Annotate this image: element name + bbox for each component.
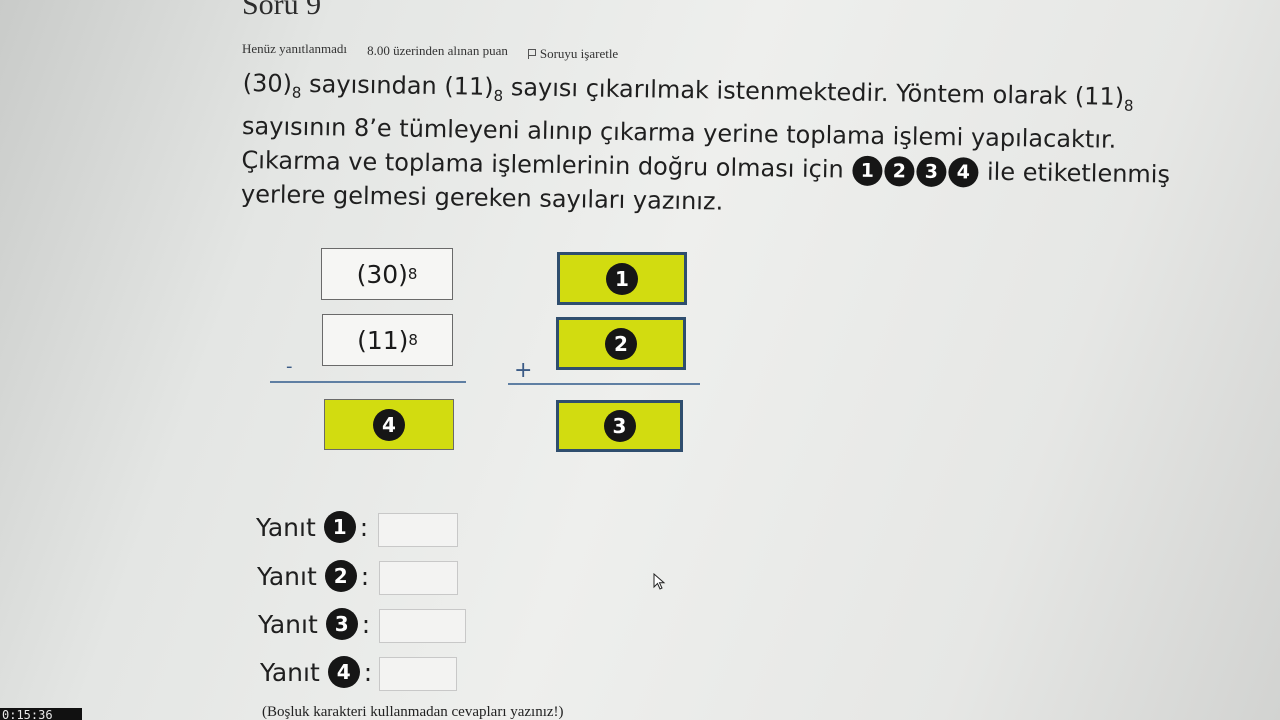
answer-row-3: Yanıt 3 : bbox=[258, 608, 370, 640]
answer-label: Yanıt bbox=[258, 609, 318, 639]
number-11-base8: (11)8 bbox=[444, 72, 504, 105]
answer-row-4: Yanıt 4 : bbox=[260, 656, 372, 688]
marker-1-icon: 1 bbox=[323, 511, 356, 543]
addend-box-2: 2 bbox=[556, 317, 686, 370]
number-11-base8: (11)8 bbox=[1074, 82, 1134, 115]
marker-4-icon: 4 bbox=[948, 156, 979, 188]
marker-3-icon: 3 bbox=[325, 608, 358, 640]
answer-colon: : bbox=[363, 657, 373, 687]
answer-colon: : bbox=[359, 512, 369, 542]
marker-1-icon: 1 bbox=[852, 155, 883, 186]
answer-3-input[interactable] bbox=[379, 609, 466, 643]
marker-2-icon: 2 bbox=[605, 327, 637, 360]
addend-box-1: 1 bbox=[557, 252, 687, 305]
answer-colon: : bbox=[360, 561, 370, 591]
flag-icon bbox=[527, 49, 536, 59]
left-sum-line bbox=[270, 381, 466, 383]
question-text: (30)8 sayısından (11)8 sayısı çıkarılmak… bbox=[241, 66, 1203, 226]
plus-sign: + bbox=[514, 358, 533, 383]
question-text-segment: sayısından bbox=[301, 69, 445, 101]
answer-label: Yanıt bbox=[256, 512, 316, 542]
sum-box-3: 3 bbox=[556, 400, 683, 452]
flag-question-link[interactable]: Soruyu işaretle bbox=[527, 46, 619, 62]
result-box-4: 4 bbox=[324, 399, 454, 450]
question-points: 8.00 üzerinden alınan puan bbox=[367, 43, 508, 58]
marker-4-icon: 4 bbox=[373, 408, 405, 441]
flag-question-label: Soruyu işaretle bbox=[539, 46, 619, 61]
marker-3-icon: 3 bbox=[916, 156, 947, 187]
question-title: Soru 9 bbox=[242, 0, 322, 21]
answer-instruction-note: (Boşluk karakteri kullanmadan cevapları … bbox=[262, 704, 564, 720]
answer-colon: : bbox=[361, 609, 371, 639]
minuend-box: (30) 8 bbox=[321, 248, 453, 300]
question-status: Henüz yanıtlanmadı bbox=[242, 41, 348, 56]
answer-1-input[interactable] bbox=[378, 513, 458, 547]
answer-2-input[interactable] bbox=[379, 561, 458, 595]
marker-2-icon: 2 bbox=[324, 560, 357, 592]
marker-1-icon: 1 bbox=[606, 262, 638, 295]
answer-label: Yanıt bbox=[257, 561, 317, 591]
mouse-cursor-icon bbox=[653, 573, 666, 590]
marker-4-icon: 4 bbox=[327, 656, 360, 688]
marker-2-icon: 2 bbox=[884, 155, 915, 187]
marker-3-icon: 3 bbox=[603, 410, 636, 442]
minus-sign: - bbox=[286, 356, 293, 377]
question-meta: Henüz yanıtlanmadı 8.00 üzerinden alınan… bbox=[242, 38, 618, 62]
answer-row-1: Yanıt 1 : bbox=[256, 511, 368, 543]
right-sum-line bbox=[508, 383, 700, 385]
answer-label: Yanıt bbox=[260, 657, 320, 687]
answer-4-input[interactable] bbox=[379, 657, 457, 691]
number-30-base8: (30)8 bbox=[242, 68, 302, 102]
answer-row-2: Yanıt 2 : bbox=[257, 560, 369, 592]
timer: 0:15:36 bbox=[0, 708, 82, 720]
question-text-segment: sayısı çıkarılmak istenmektedir. Yöntem … bbox=[502, 73, 1076, 111]
subtrahend-box: (11) 8 bbox=[322, 314, 453, 366]
